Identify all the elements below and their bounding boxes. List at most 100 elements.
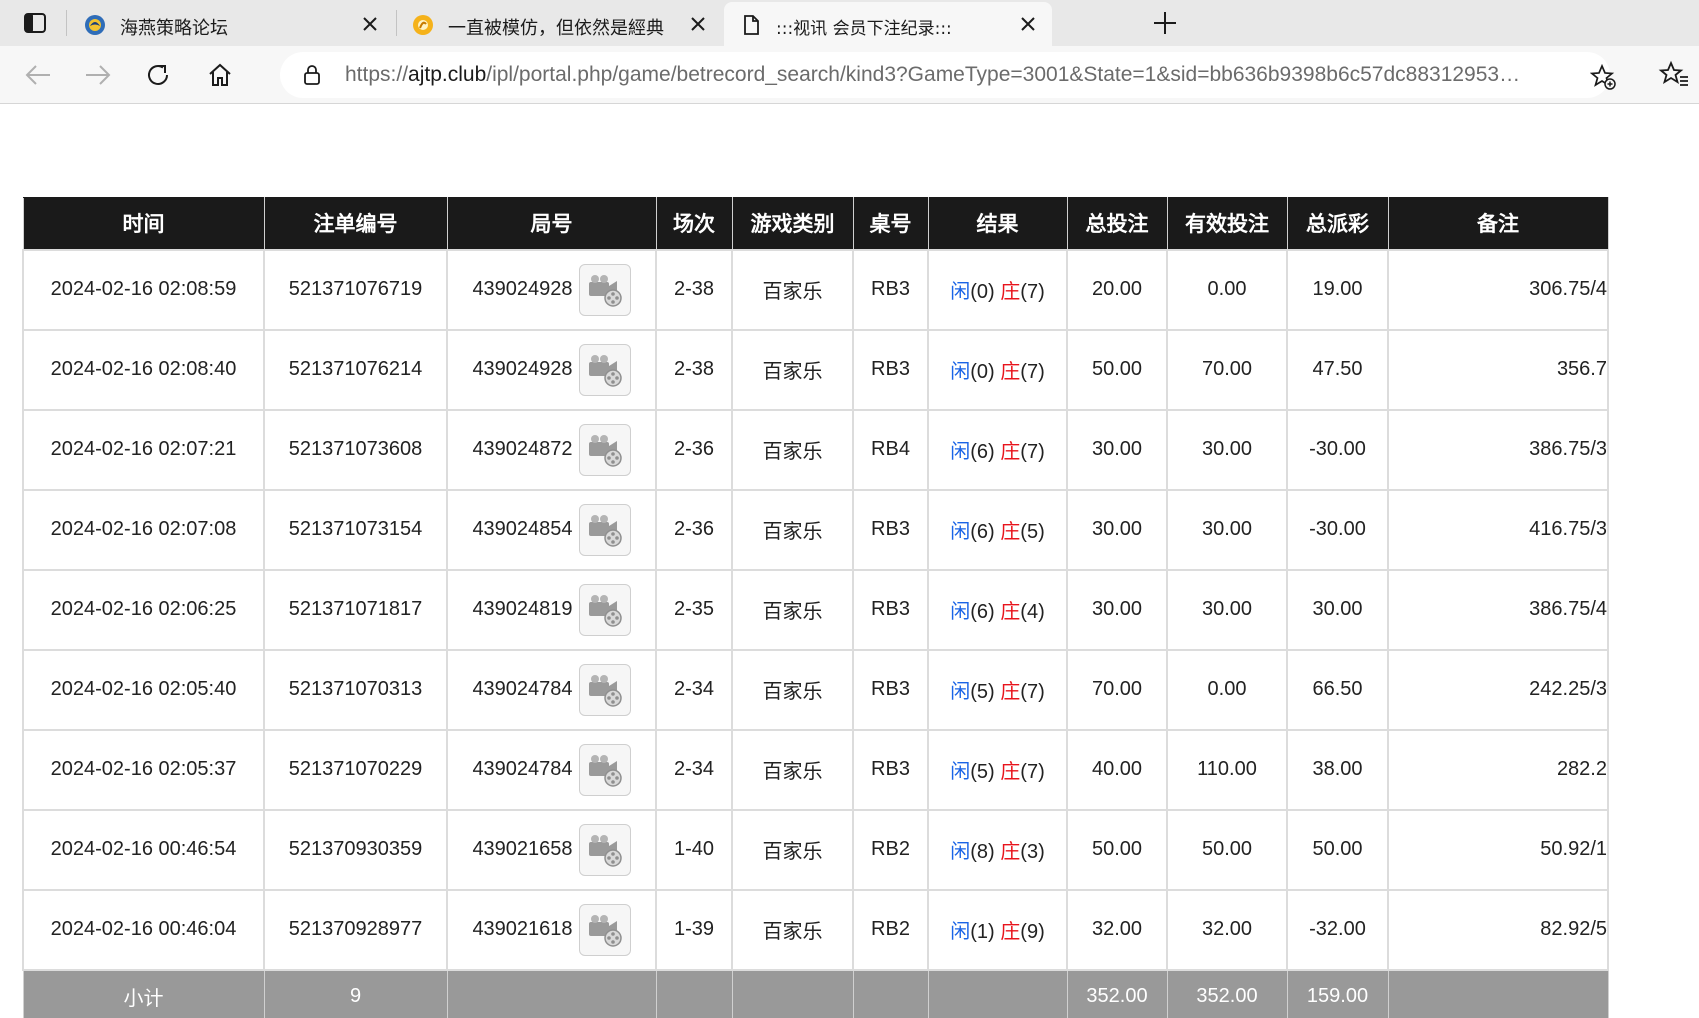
cell-round: 439024854 bbox=[446, 488, 657, 571]
result-player-score: (0) bbox=[970, 361, 995, 383]
video-replay-button[interactable] bbox=[578, 423, 631, 476]
round-cell-wrap: 439024784 bbox=[449, 743, 654, 796]
cell-session: 2-36 bbox=[655, 408, 733, 491]
video-replay-button[interactable] bbox=[578, 823, 631, 876]
result-banker-label: 庄 bbox=[1000, 359, 1021, 383]
result-banker-score: (5) bbox=[1020, 521, 1045, 543]
video-camera-icon bbox=[588, 834, 622, 867]
cell-table-no: RB2 bbox=[852, 888, 929, 971]
video-replay-button[interactable] bbox=[578, 343, 631, 396]
cell-time: 2024-02-16 02:05:37 bbox=[22, 728, 265, 811]
round-number: 439024784 bbox=[472, 678, 573, 700]
subtotal-payout: 159.00 bbox=[1286, 969, 1389, 1018]
close-icon[interactable] bbox=[360, 14, 380, 34]
cell-total-bet: 70.00 bbox=[1066, 648, 1168, 731]
cell-time: 2024-02-16 02:07:08 bbox=[22, 488, 265, 571]
round-number: 439024819 bbox=[472, 598, 573, 620]
result-player-score: (8) bbox=[970, 841, 995, 863]
table-row: 2024-02-16 02:06:25 521371071817 4390248… bbox=[22, 568, 1609, 651]
video-camera-icon bbox=[588, 754, 622, 787]
favorites-button[interactable] bbox=[1658, 59, 1690, 91]
video-camera-icon bbox=[588, 514, 622, 547]
home-button[interactable] bbox=[204, 59, 236, 91]
cell-result: 闲(6) 庄(4) bbox=[927, 568, 1068, 651]
table-row: 2024-02-16 02:05:37 521371070229 4390247… bbox=[22, 728, 1609, 811]
tab-actions-menu-button[interactable] bbox=[14, 8, 56, 38]
video-replay-button[interactable] bbox=[578, 263, 631, 316]
video-replay-button[interactable] bbox=[578, 583, 631, 636]
cell-round: 439021618 bbox=[446, 888, 657, 971]
result-banker-score: (7) bbox=[1020, 361, 1045, 383]
address-bar[interactable]: https://ajtp.club/ipl/portal.php/game/be… bbox=[280, 52, 1616, 98]
cell-bet-id: 521371070229 bbox=[263, 728, 448, 811]
lock-icon[interactable] bbox=[302, 65, 322, 85]
video-replay-button[interactable] bbox=[578, 503, 631, 556]
forward-button[interactable] bbox=[82, 59, 114, 91]
back-button[interactable] bbox=[22, 59, 54, 91]
cell-session: 2-36 bbox=[655, 488, 733, 571]
close-icon[interactable] bbox=[688, 14, 708, 34]
cell-result: 闲(5) 庄(7) bbox=[927, 728, 1068, 811]
round-number: 439021618 bbox=[472, 918, 573, 940]
round-cell-wrap: 439021618 bbox=[449, 903, 654, 956]
cell-table-no: RB3 bbox=[852, 568, 929, 651]
video-replay-button[interactable] bbox=[578, 663, 631, 716]
video-replay-button[interactable] bbox=[578, 743, 631, 796]
video-replay-button[interactable] bbox=[578, 903, 631, 956]
result-player-score: (6) bbox=[970, 601, 995, 623]
table-row: 2024-02-16 02:08:40 521371076214 4390249… bbox=[22, 328, 1609, 411]
video-camera-icon bbox=[588, 914, 622, 947]
add-favorite-star-icon[interactable] bbox=[1590, 64, 1616, 90]
subtotal-empty bbox=[731, 969, 854, 1018]
cell-round: 439024784 bbox=[446, 648, 657, 731]
close-icon[interactable] bbox=[1018, 14, 1038, 34]
url-scheme: https:// bbox=[345, 63, 409, 86]
cell-remark: 282.2 bbox=[1387, 728, 1609, 811]
address-url-text[interactable]: https://ajtp.club/ipl/portal.php/game/be… bbox=[345, 63, 1525, 87]
cell-game-type: 百家乐 bbox=[731, 728, 854, 811]
cell-valid-bet: 50.00 bbox=[1166, 808, 1288, 891]
result-banker-score: (9) bbox=[1020, 921, 1045, 943]
home-icon bbox=[209, 63, 231, 86]
table-row: 2024-02-16 02:07:21 521371073608 4390248… bbox=[22, 408, 1609, 491]
cell-game-type: 百家乐 bbox=[731, 328, 854, 411]
cell-valid-bet: 0.00 bbox=[1166, 248, 1288, 331]
result-banker-score: (7) bbox=[1020, 281, 1045, 303]
tab-bet-records[interactable]: :::视讯 会员下注纪录::: bbox=[724, 2, 1052, 46]
result-banker-label: 庄 bbox=[1000, 759, 1021, 783]
cell-total-bet: 30.00 bbox=[1066, 488, 1168, 571]
refresh-icon bbox=[148, 65, 168, 85]
round-number: 439024784 bbox=[472, 758, 573, 780]
arrow-right-icon bbox=[86, 65, 111, 85]
video-camera-icon bbox=[588, 434, 622, 467]
sunflower-favicon-icon bbox=[413, 15, 433, 35]
result-player-label: 闲 bbox=[950, 599, 971, 623]
table-body: 2024-02-16 02:08:59 521371076719 4390249… bbox=[22, 248, 1609, 971]
result-banker-label: 庄 bbox=[1000, 919, 1021, 943]
cell-remark: 416.75/3 bbox=[1387, 488, 1609, 571]
cell-round: 439021658 bbox=[446, 808, 657, 891]
result-player-label: 闲 bbox=[950, 279, 971, 303]
column-header-bet-id: 注单编号 bbox=[263, 197, 448, 250]
refresh-button[interactable] bbox=[142, 59, 174, 91]
tab-imitated-classic[interactable]: 一直被模仿，但依然是經典 bbox=[396, 2, 722, 46]
table-row: 2024-02-16 00:46:04 521370928977 4390216… bbox=[22, 888, 1609, 971]
cell-time: 2024-02-16 02:05:40 bbox=[22, 648, 265, 731]
result-player-score: (6) bbox=[970, 521, 995, 543]
new-tab-plus-icon[interactable] bbox=[1150, 8, 1180, 38]
page-content: 时间 注单编号 局号 场次 游戏类别 桌号 结果 总投注 有效投注 总派彩 备注… bbox=[0, 105, 1699, 1018]
cell-result: 闲(6) 庄(7) bbox=[927, 408, 1068, 491]
cell-total-bet: 30.00 bbox=[1066, 408, 1168, 491]
result-banker-label: 庄 bbox=[1000, 599, 1021, 623]
cell-result: 闲(8) 庄(3) bbox=[927, 808, 1068, 891]
tab-haiyan-forum[interactable]: 海燕策略论坛 bbox=[68, 2, 394, 46]
cell-payout: 38.00 bbox=[1286, 728, 1389, 811]
cell-time: 2024-02-16 02:08:59 bbox=[22, 248, 265, 331]
round-cell-wrap: 439024819 bbox=[449, 583, 654, 636]
cell-valid-bet: 30.00 bbox=[1166, 488, 1288, 571]
cell-table-no: RB3 bbox=[852, 728, 929, 811]
result-banker-score: (4) bbox=[1020, 601, 1045, 623]
cell-valid-bet: 0.00 bbox=[1166, 648, 1288, 731]
result-player-label: 闲 bbox=[950, 359, 971, 383]
cell-session: 2-34 bbox=[655, 648, 733, 731]
